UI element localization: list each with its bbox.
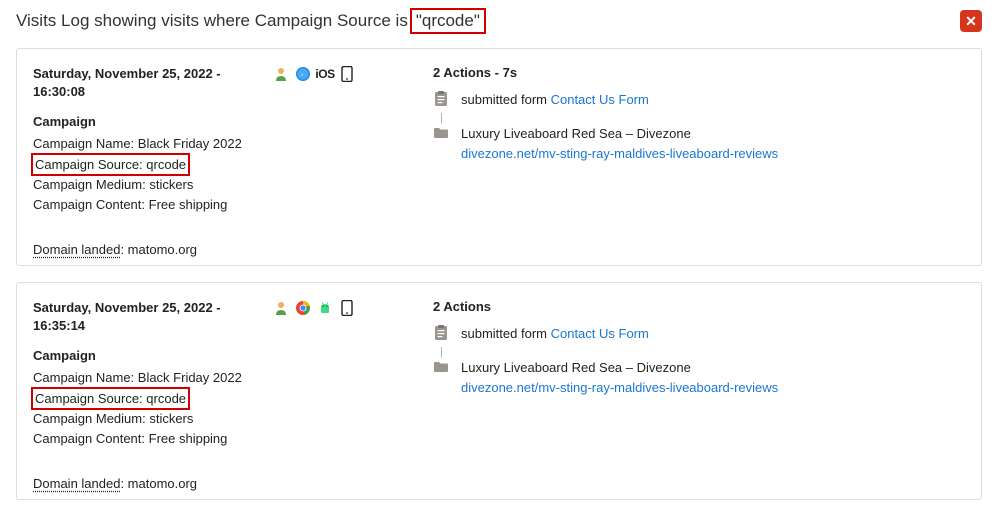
domain-landed-label: Domain landed [33,242,120,257]
safari-icon[interactable] [295,66,311,82]
campaign-name: Campaign Name: Black Friday 2022 [33,368,273,388]
chrome-icon[interactable] [295,300,311,316]
mobile-icon[interactable] [339,300,355,316]
visit-datetime: Saturday, November 25, 2022 - 16:30:08 [33,65,273,100]
campaign-heading: Campaign [33,114,273,129]
action-form-link[interactable]: Contact Us Form [551,326,649,341]
campaign-heading: Campaign [33,348,273,363]
folder-icon [433,359,449,375]
action-form-text: submitted form [461,326,551,341]
close-button[interactable]: ✕ [960,10,982,32]
action-page-title: Luxury Liveaboard Red Sea – Divezone [461,124,778,144]
visit-card: Saturday, November 25, 2022 - 16:30:08 C… [16,48,982,266]
mobile-icon[interactable] [339,66,355,82]
action-page-link[interactable]: divezone.net/mv-sting-ray-maldives-livea… [461,144,778,164]
page-title: Visits Log showing visits where Campaign… [16,8,486,34]
visit-datetime: Saturday, November 25, 2022 - 16:35:14 [33,299,273,334]
action-row: Luxury Liveaboard Red Sea – Divezone div… [433,358,963,397]
campaign-source-highlight: Campaign Source: qrcode [31,153,190,177]
form-icon [433,91,449,107]
action-row: submitted form Contact Us Form [433,324,963,344]
campaign-content: Campaign Content: Free shipping [33,195,273,215]
action-row: Luxury Liveaboard Red Sea – Divezone div… [433,124,963,163]
campaign-content: Campaign Content: Free shipping [33,429,273,449]
action-form-link[interactable]: Contact Us Form [551,92,649,107]
form-icon [433,325,449,341]
campaign-medium: Campaign Medium: stickers [33,175,273,195]
visitor-icon[interactable] [273,66,289,82]
actions-count: 2 Actions [433,299,963,314]
timeline-connector: | [440,114,963,123]
android-icon[interactable] [317,300,333,316]
folder-icon [433,125,449,141]
domain-landed-value: : matomo.org [120,242,197,257]
ios-icon[interactable]: iOS [317,66,333,82]
close-icon: ✕ [965,13,977,30]
domain-landed: Domain landed: matomo.org [33,476,273,491]
actions-count: 2 Actions - 7s [433,65,963,80]
visitor-icon[interactable] [273,300,289,316]
timeline-connector: | [440,348,963,357]
title-prefix: Visits Log showing visits where Campaign… [16,11,408,31]
campaign-name: Campaign Name: Black Friday 2022 [33,134,273,154]
title-highlight-box: "qrcode" [410,8,486,34]
domain-landed-value: : matomo.org [120,476,197,491]
action-row: submitted form Contact Us Form [433,90,963,110]
action-page-link[interactable]: divezone.net/mv-sting-ray-maldives-livea… [461,378,778,398]
domain-landed-label: Domain landed [33,476,120,491]
campaign-source-highlight: Campaign Source: qrcode [31,387,190,411]
campaign-medium: Campaign Medium: stickers [33,409,273,429]
visit-card: Saturday, November 25, 2022 - 16:35:14 C… [16,282,982,500]
action-page-title: Luxury Liveaboard Red Sea – Divezone [461,358,778,378]
action-form-text: submitted form [461,92,551,107]
domain-landed: Domain landed: matomo.org [33,242,273,257]
